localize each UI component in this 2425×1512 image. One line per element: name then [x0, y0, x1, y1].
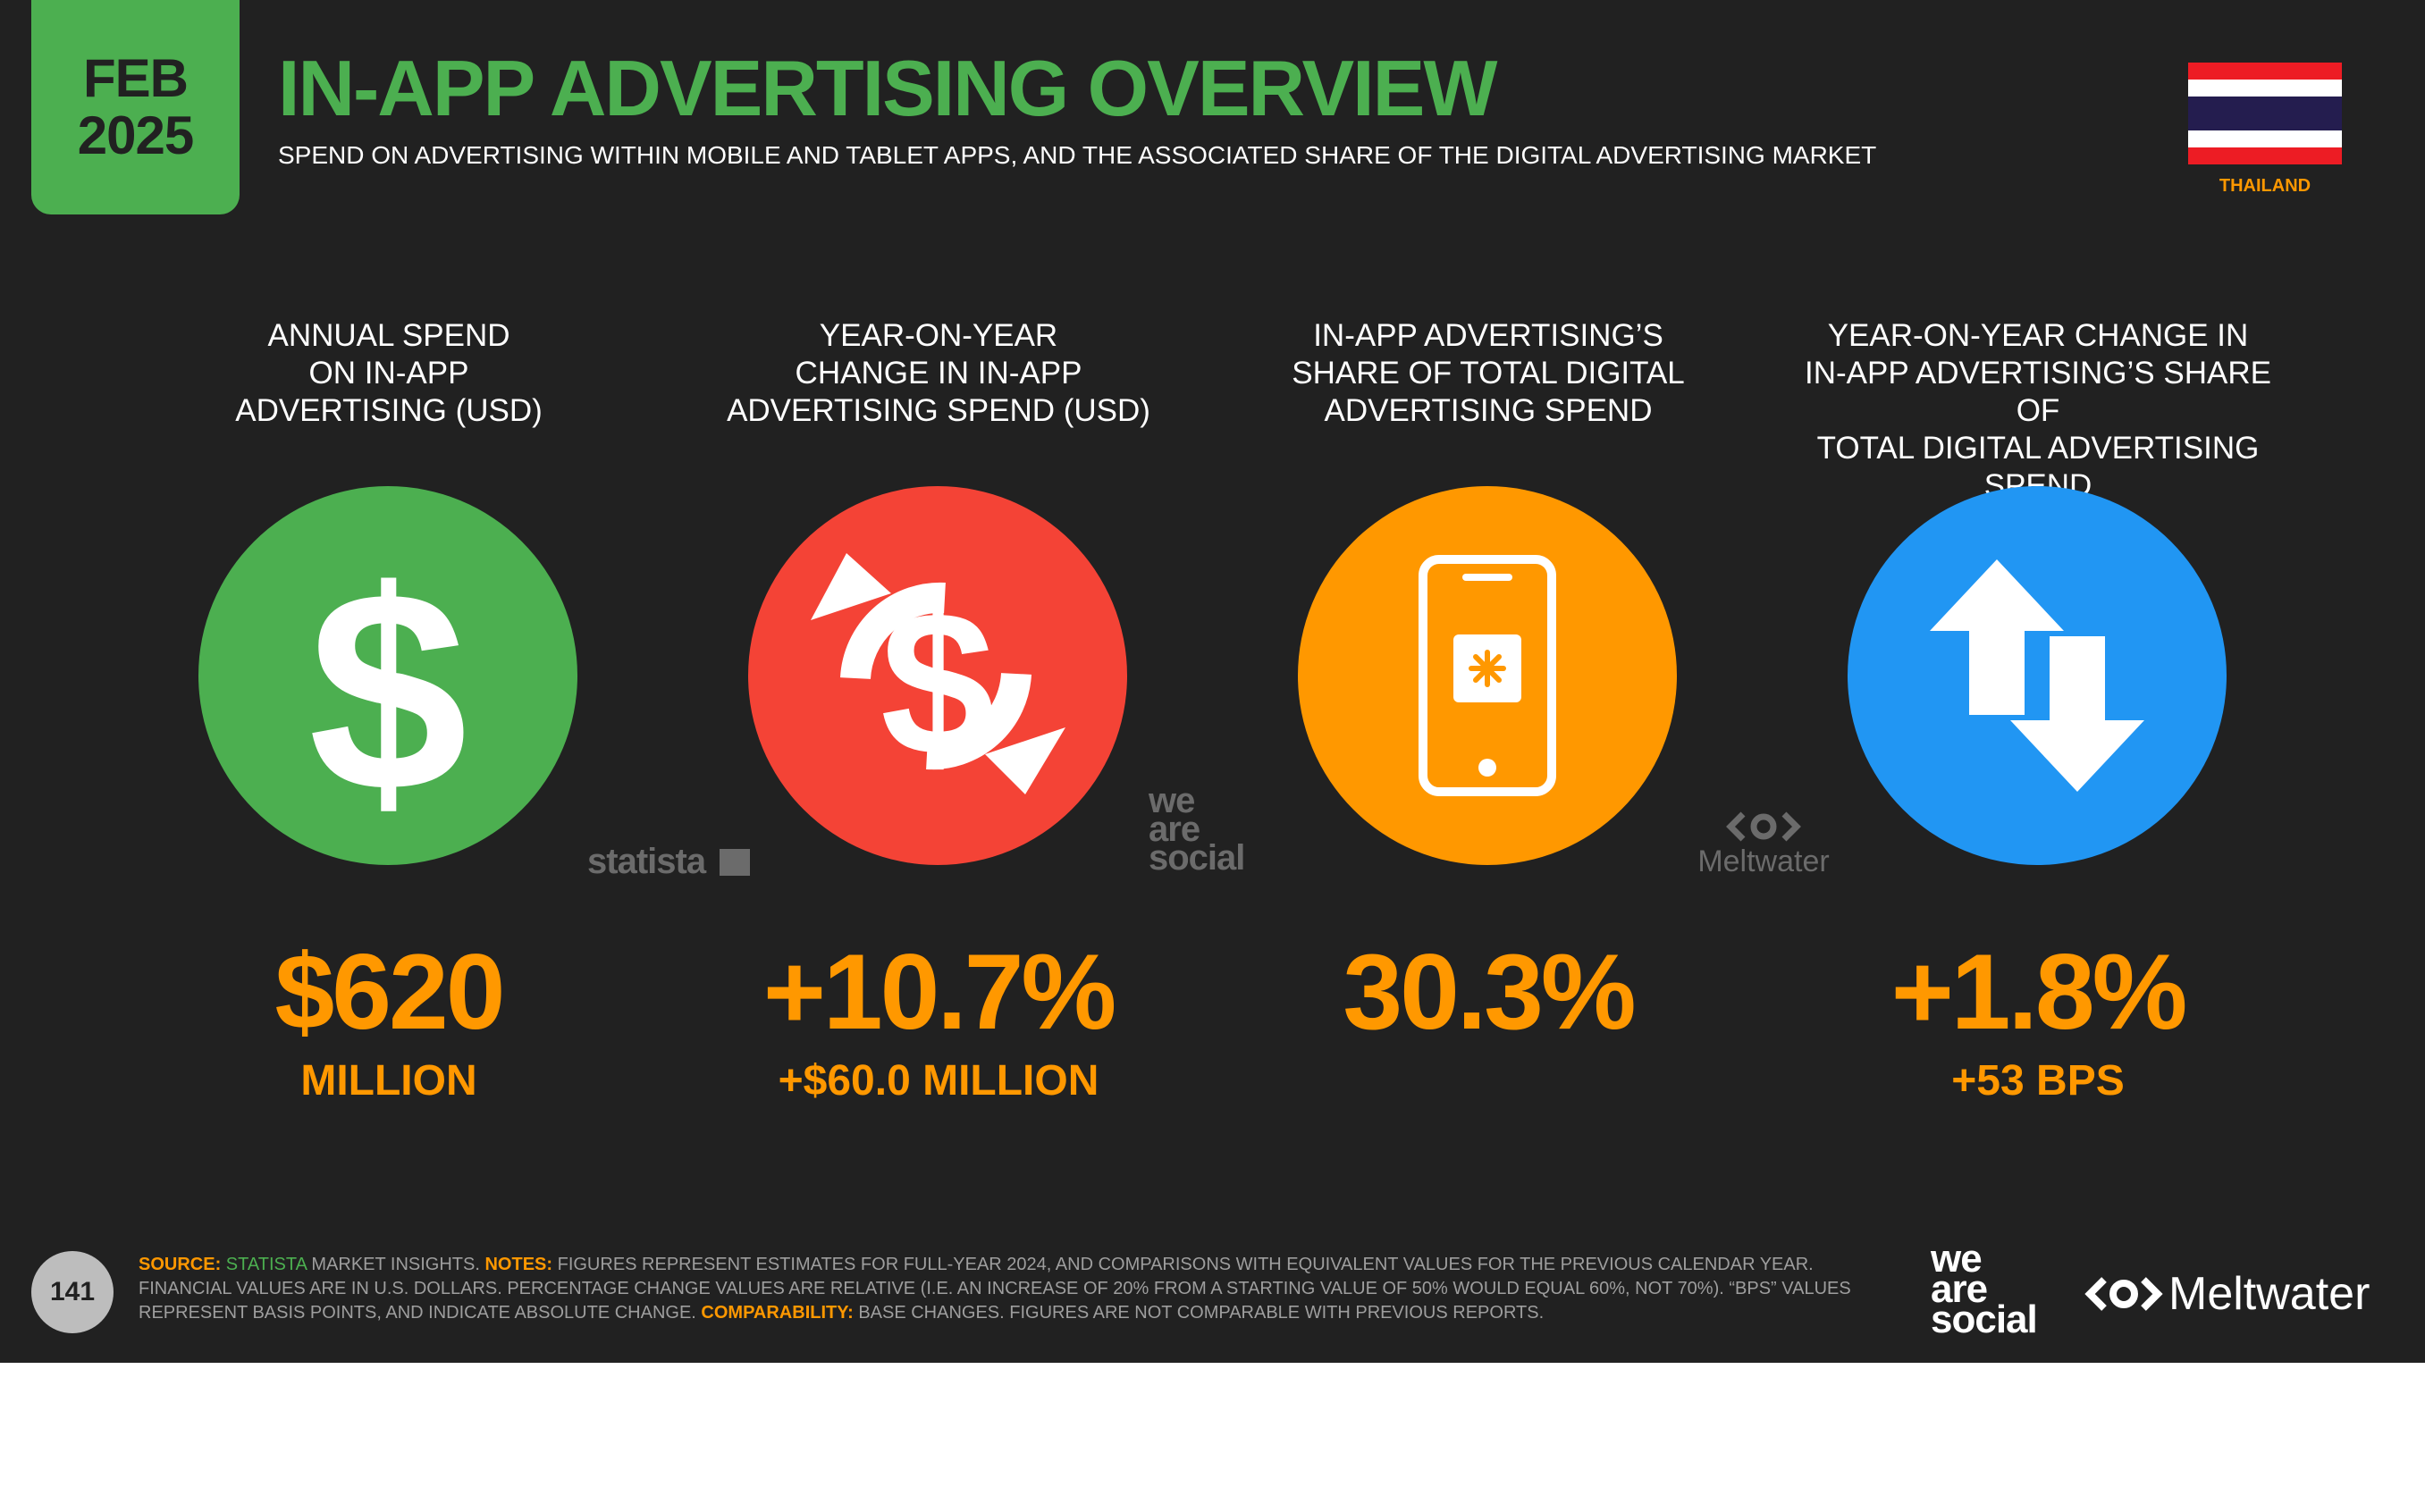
stat-heading-3: IN-APP ADVERTISING’S SHARE OF TOTAL DIGI… — [1238, 317, 1739, 442]
meltwater-mark-icon — [2084, 1277, 2163, 1311]
date-year: 2025 — [77, 105, 194, 165]
country-label: THAILAND — [2219, 176, 2311, 196]
smartphone-icon — [1419, 555, 1556, 796]
heading-line: ADVERTISING SPEND (USD) — [727, 393, 1150, 428]
heading-line: IN-APP ADVERTISING’S SHARE OF — [1805, 356, 2271, 428]
source-rest: MARKET INSIGHTS. — [306, 1255, 485, 1274]
heading-line: ANNUAL SPEND — [267, 318, 510, 353]
thailand-flag-icon — [2188, 63, 2342, 164]
comparability-text: BASE CHANGES. FIGURES ARE NOT COMPARABLE… — [853, 1303, 1545, 1323]
page-subtitle: SPEND ON ADVERTISING WITHIN MOBILE AND T… — [278, 141, 1877, 169]
meltwater-watermark-text: Meltwater — [1697, 844, 1830, 878]
svg-text:$: $ — [308, 531, 467, 851]
heading-line: YEAR-ON-YEAR — [819, 318, 1058, 353]
comparability-label: COMPARABILITY: — [701, 1303, 854, 1323]
heading-line: YEAR-ON-YEAR CHANGE IN — [1827, 318, 2249, 353]
source-name: STATISTA — [225, 1255, 307, 1274]
meltwater-watermark: Meltwater — [1688, 809, 1840, 879]
brand-line: social — [1931, 1298, 2038, 1341]
statista-watermark-text: statista — [587, 842, 706, 881]
statista-logo-icon — [720, 849, 751, 876]
wearesocial-watermark: we are social — [1149, 783, 1245, 878]
date-tab: FEB 2025 — [31, 0, 240, 214]
heading-line: ADVERTISING (USD) — [235, 393, 543, 428]
stat-circle-1: $ — [198, 486, 577, 865]
heading-line: CHANGE IN IN-APP — [795, 356, 1082, 391]
notes-label: NOTES: — [484, 1255, 553, 1274]
stat-value-2: +10.7% — [762, 932, 1116, 1052]
page-title: IN-APP ADVERTISING OVERVIEW — [278, 44, 1497, 132]
heading-line: SHARE OF TOTAL DIGITAL — [1292, 356, 1685, 391]
stat-heading-4: YEAR-ON-YEAR CHANGE IN IN-APP ADVERTISIN… — [1788, 317, 2288, 503]
page-number: 141 — [31, 1251, 114, 1333]
watermark-line: social — [1149, 838, 1245, 878]
stat-value-4: +1.8% — [1890, 932, 2188, 1052]
source-label: SOURCE: — [139, 1255, 222, 1274]
stat-circle-2: $ — [748, 486, 1127, 865]
statista-watermark: statista — [587, 842, 751, 882]
stat-heading-1: ANNUAL SPEND ON IN-APP ADVERTISING (USD) — [139, 317, 639, 442]
meltwater-logo-icon — [1726, 811, 1801, 842]
svg-text:$: $ — [880, 568, 995, 798]
stat-heading-2: YEAR-ON-YEAR CHANGE IN IN-APP ADVERTISIN… — [688, 317, 1189, 442]
wearesocial-logo: we are social — [1931, 1239, 2038, 1341]
slide: FEB 2025 IN-APP ADVERTISING OVERVIEW SPE… — [0, 0, 2425, 1363]
dollar-cycle-icon: $ — [811, 553, 1065, 798]
meltwater-logo-text: Meltwater — [2168, 1268, 2370, 1320]
meltwater-logo: Meltwater — [2083, 1267, 2387, 1321]
stat-circle-4 — [1848, 486, 2227, 865]
heading-line: IN-APP ADVERTISING’S — [1313, 318, 1663, 353]
stat-sub-2: +$60.0 MILLION — [778, 1057, 1099, 1105]
stat-value-3: 30.3% — [1343, 932, 1636, 1052]
up-down-arrows-icon — [1930, 559, 2144, 792]
heading-line: ON IN-APP — [308, 356, 469, 391]
stat-sub-4: +53 BPS — [1951, 1057, 2125, 1105]
dollar-icon: $ — [308, 531, 467, 851]
stat-sub-1: MILLION — [300, 1057, 477, 1105]
date-month: FEB — [83, 48, 189, 108]
footer-notes: SOURCE: STATISTA MARKET INSIGHTS. NOTES:… — [139, 1253, 1864, 1325]
stat-value-1: $620 — [274, 932, 506, 1052]
stat-circle-3 — [1298, 486, 1677, 865]
heading-line: ADVERTISING SPEND — [1324, 393, 1653, 428]
